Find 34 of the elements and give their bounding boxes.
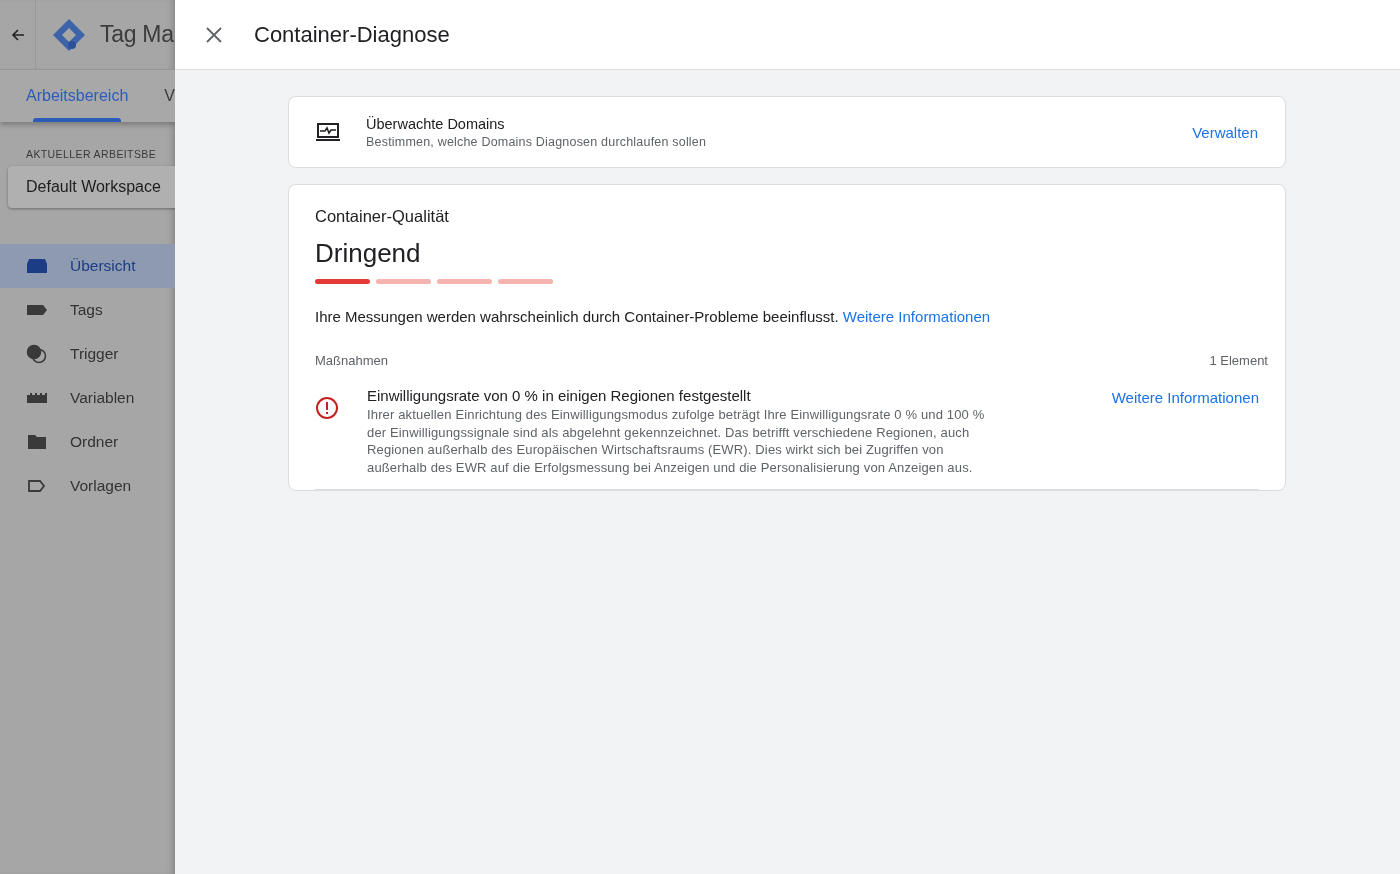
nav-item[interactable]: Variablen: [0, 376, 175, 420]
card-subtitle: Bestimmen, welche Domains Diagnosen durchlaufen sollen: [366, 134, 708, 149]
box-icon: [26, 258, 48, 274]
card-title: Überwachte Domains: [366, 115, 506, 132]
tag-icon: [26, 304, 48, 316]
blocks-icon: [26, 392, 48, 404]
workspace-button[interactable]: Default Workspace: [8, 166, 175, 208]
back-arrow-icon[interactable]: [10, 27, 25, 42]
tab[interactable]: V: [138, 70, 175, 122]
item-count: 1 Element: [1209, 353, 1268, 368]
issue-description: Ihrer aktuellen Einrichtung des Einwilligungsmodus zufolge beträgt Ihre Einwilligungsrate 0 % und 100 % der Einwilligungssignale sind als abgelehnt gekennzeichnet. Das betrifft verschiedene Regionen, auch Regionen außerhalb des Europäischen Wirtschaftsraums (EWR). Dies wirkt sich bei Zugriffen von außerhalb des EWR auf die Erfolgsmessung bei Anzeigen und die Personalisierung von Anzeigen aus.: [367, 406, 986, 476]
app-title: Tag Ma: [100, 21, 174, 48]
info-link[interactable]: Weitere Informationen: [1111, 389, 1259, 406]
actions-label: Maßnahmen: [315, 353, 388, 368]
nav-item[interactable]: Trigger: [0, 332, 175, 376]
nav-item[interactable]: Ordner: [0, 420, 175, 464]
rating-text: Dringend: [315, 238, 422, 269]
section-label: AKTUELLER ARBEITSBE: [25, 147, 158, 160]
circles-icon: [26, 344, 48, 364]
nav-item[interactable]: Tags: [0, 288, 175, 332]
issue-title: Einwilligungsrate von 0 % in einigen Regionen festgestellt: [367, 387, 752, 404]
nav-item[interactable]: Übersicht: [0, 244, 175, 288]
info-link[interactable]: Weitere Informationen: [842, 308, 991, 325]
nav-item[interactable]: Vorlagen: [0, 464, 175, 508]
diamond-logo-icon: [52, 17, 86, 52]
message-text: Ihre Messungen werden wahrscheinlich durch Container-Probleme beeinflusst. Weitere Informationen: [315, 308, 992, 325]
panel-title: Container-Diagnose: [254, 21, 450, 48]
card-title: Container-Qualität: [315, 207, 450, 226]
monitor-pulse-icon: [316, 122, 340, 142]
manage-link[interactable]: Verwalten: [1192, 123, 1258, 141]
alert-icon: [315, 396, 339, 420]
folder-icon: [26, 434, 48, 450]
close-icon: [206, 26, 222, 43]
tag-outline-icon: [26, 479, 48, 493]
